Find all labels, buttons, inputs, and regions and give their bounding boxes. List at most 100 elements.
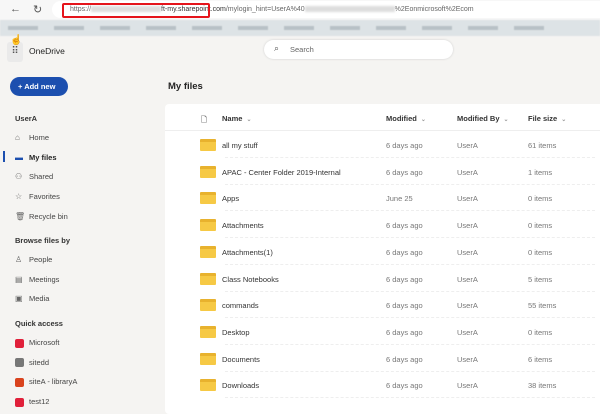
modified-by: UserA xyxy=(457,194,478,204)
redacted xyxy=(304,6,395,13)
modified-by: UserA xyxy=(457,354,478,364)
person-icon: ♙ xyxy=(15,255,23,264)
hand-cursor-icon: ☝ xyxy=(10,35,23,46)
sidebar-item-favorites-label: Favorites xyxy=(29,192,60,202)
sidebar-browse-media[interactable]: ▣ Media xyxy=(15,294,49,303)
quick-access-item[interactable]: Microsoft xyxy=(15,338,59,348)
modified-date: 6 days ago xyxy=(386,381,423,391)
file-name[interactable]: Downloads xyxy=(222,381,259,390)
media-icon: ▣ xyxy=(15,294,23,304)
quick-access-item[interactable]: sitedd xyxy=(15,358,49,368)
sidebar-item-home[interactable]: ⌂ Home xyxy=(15,133,49,142)
table-row[interactable]: Attachments(1) 6 days ago UserA 0 items xyxy=(165,239,600,265)
sidebar-browse-meetings-label: Meetings xyxy=(29,274,60,284)
folder-icon xyxy=(200,272,216,285)
column-modified[interactable]: Modified ⌄ xyxy=(386,114,426,123)
table-row[interactable]: Class Notebooks 6 days ago UserA 5 items xyxy=(165,266,600,292)
file-name[interactable]: Documents xyxy=(222,355,260,364)
table-row[interactable]: Documents 6 days ago UserA 6 items xyxy=(165,346,600,372)
folder-icon xyxy=(200,139,216,151)
file-name[interactable]: Desktop xyxy=(222,328,250,337)
folder-icon xyxy=(200,192,216,205)
sidebar-item-favorites[interactable]: ☆ Favorites xyxy=(15,192,60,201)
site-icon xyxy=(15,397,24,407)
browse-heading: Browse files by xyxy=(15,236,71,245)
table-row[interactable]: Apps June 25 UserA 0 items xyxy=(165,185,600,212)
file-size: 0 items xyxy=(528,194,553,204)
sidebar-item-recycle-bin[interactable]: 🗑 Recycle bin xyxy=(15,212,68,221)
highlight-box xyxy=(62,3,210,18)
column-modified-by[interactable]: Modified By ⌄ xyxy=(457,114,509,123)
star-icon: ☆ xyxy=(15,192,23,202)
modified-by: UserA xyxy=(457,327,478,337)
file-name[interactable]: APAC - Center Folder 2019-Internal xyxy=(222,168,341,177)
folder-icon xyxy=(200,245,216,258)
browser-toolbar: ← ↻ https://ft-my.sharepoint.com/mylogin… xyxy=(0,0,600,20)
search-input[interactable]: ⌕ Search xyxy=(264,40,453,59)
sidebar-browse-meetings[interactable]: ▤ Meetings xyxy=(15,275,59,284)
table-row[interactable]: Attachments 6 days ago UserA 0 items xyxy=(165,212,600,239)
sidebar-item-my-files[interactable]: ▬ My files xyxy=(15,153,57,162)
sidebar-item-recycle-bin-label: Recycle bin xyxy=(29,211,68,221)
modified-date: 6 days ago xyxy=(386,274,423,284)
modified-by: UserA xyxy=(457,221,478,231)
file-name[interactable]: Class Notebooks xyxy=(222,275,279,284)
quick-access-item-label: test12 xyxy=(29,397,50,407)
modified-by: UserA xyxy=(457,167,478,177)
modified-date: 6 days ago xyxy=(386,221,423,231)
column-file-size[interactable]: File size ⌄ xyxy=(528,114,566,123)
file-size: 6 items xyxy=(528,354,553,364)
folder-icon xyxy=(200,299,216,312)
table-row[interactable]: commands 6 days ago UserA 55 items xyxy=(165,292,600,319)
shared-icon: ⚇ xyxy=(15,172,23,182)
file-size: 38 items xyxy=(528,381,557,391)
search-placeholder: Search xyxy=(290,45,314,54)
file-list: 🗋 Name ⌄ Modified ⌄ Modified By ⌄ File size… xyxy=(165,104,600,414)
file-name[interactable]: commands xyxy=(222,301,259,310)
table-row[interactable]: all my stuff 6 days ago UserA 61 items xyxy=(165,132,600,158)
folder-icon xyxy=(200,219,216,232)
add-new-button[interactable]: + Add new xyxy=(10,77,68,96)
table-row[interactable]: APAC - Center Folder 2019-Internal 6 days… xyxy=(165,159,600,185)
table-row[interactable]: Downloads 6 days ago UserA 38 items xyxy=(165,372,600,399)
quick-access-item-label: sitedd xyxy=(29,357,50,367)
folder-icon: ▬ xyxy=(15,152,23,162)
quick-access-item[interactable]: siteA - libraryA xyxy=(15,377,77,387)
sidebar-browse-people[interactable]: ♙ People xyxy=(15,255,52,264)
file-name[interactable]: Attachments xyxy=(222,221,264,230)
page-title: My files xyxy=(168,81,203,92)
file-name[interactable]: Attachments(1) xyxy=(222,248,273,257)
file-name[interactable]: all my stuff xyxy=(222,141,258,150)
modified-date: 6 days ago xyxy=(386,354,423,364)
site-icon xyxy=(15,377,24,387)
quick-access-item-label: siteA - libraryA xyxy=(29,377,78,387)
sidebar-browse-people-label: People xyxy=(29,255,53,264)
modified-date: 6 days ago xyxy=(386,141,423,150)
quick-access-item[interactable]: test12 xyxy=(15,397,49,407)
file-size: 55 items xyxy=(528,301,557,311)
folder-icon xyxy=(200,325,216,338)
table-row[interactable]: Desktop 6 days ago UserA 0 items xyxy=(165,319,600,345)
folder-icon xyxy=(200,165,216,178)
app-name: OneDrive xyxy=(29,46,65,56)
modified-by: UserA xyxy=(457,247,478,257)
search-icon: ⌕ xyxy=(274,43,280,53)
row-divider xyxy=(225,397,595,399)
column-modified-label: Modified xyxy=(386,114,417,123)
sidebar-item-my-files-label: My files xyxy=(29,152,57,162)
file-size: 0 items xyxy=(528,221,553,231)
site-icon xyxy=(15,338,24,348)
quick-access-heading: Quick access xyxy=(15,319,63,328)
back-button[interactable]: ← xyxy=(10,3,21,15)
url-query: login_hint=UserA%40 xyxy=(237,6,305,13)
column-file-size-label: File size xyxy=(528,114,558,123)
column-name[interactable]: Name ⌄ xyxy=(222,114,251,123)
column-name-label: Name xyxy=(222,114,243,123)
modified-date: 6 days ago xyxy=(386,167,423,177)
modified-date: 6 days ago xyxy=(386,247,423,257)
reload-button[interactable]: ↻ xyxy=(33,3,42,16)
modified-by: UserA xyxy=(457,301,478,311)
sidebar-item-shared[interactable]: ⚇ Shared xyxy=(15,172,53,181)
file-name[interactable]: Apps xyxy=(222,194,239,203)
modified-date: 6 days ago xyxy=(386,327,423,337)
